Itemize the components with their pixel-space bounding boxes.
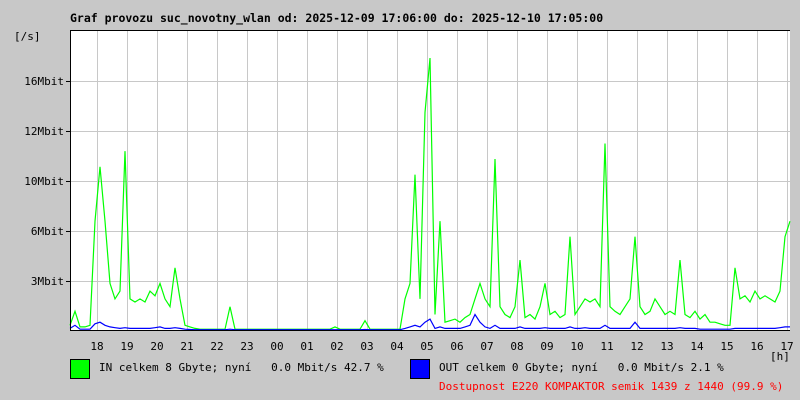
x-tick-label: 11 [600, 340, 614, 353]
legend-out-swatch [410, 359, 430, 379]
x-tick-label: 08 [510, 340, 524, 353]
x-tick-label: 06 [450, 340, 464, 353]
x-axis-unit: [h] [770, 350, 790, 363]
x-tick-label: 22 [210, 340, 224, 353]
x-tick-label: 03 [360, 340, 374, 353]
legend-in-text: IN celkem 8 Gbyte; nyní 0.0 Mbit/s 42.7 … [99, 361, 384, 374]
x-tick-label: 04 [390, 340, 404, 353]
x-tick-label: 05 [420, 340, 434, 353]
x-tick-label: 20 [150, 340, 164, 353]
x-tick-label: 18 [90, 340, 104, 353]
x-tick-label: 07 [480, 340, 494, 353]
x-tick-label: 23 [240, 340, 254, 353]
x-tick-label: 15 [720, 340, 734, 353]
legend-in-swatch [70, 359, 90, 379]
x-tick-label: 02 [330, 340, 344, 353]
x-tick-label: 12 [630, 340, 644, 353]
x-tick-label: 14 [690, 340, 704, 353]
x-tick-label: 09 [540, 340, 554, 353]
x-tick-label: 21 [180, 340, 194, 353]
x-tick-label: 19 [120, 340, 134, 353]
x-tick-label: 10 [570, 340, 584, 353]
availability-text: Dostupnost E220 KOMPAKTOR semik 1439 z 1… [439, 380, 784, 393]
x-tick-label: 16 [750, 340, 764, 353]
x-tick-label: 13 [660, 340, 674, 353]
x-tick-label: 01 [300, 340, 314, 353]
legend-out-text: OUT celkem 0 Gbyte; nyní 0.0 Mbit/s 2.1 … [439, 361, 724, 374]
x-tick-label: 00 [270, 340, 284, 353]
